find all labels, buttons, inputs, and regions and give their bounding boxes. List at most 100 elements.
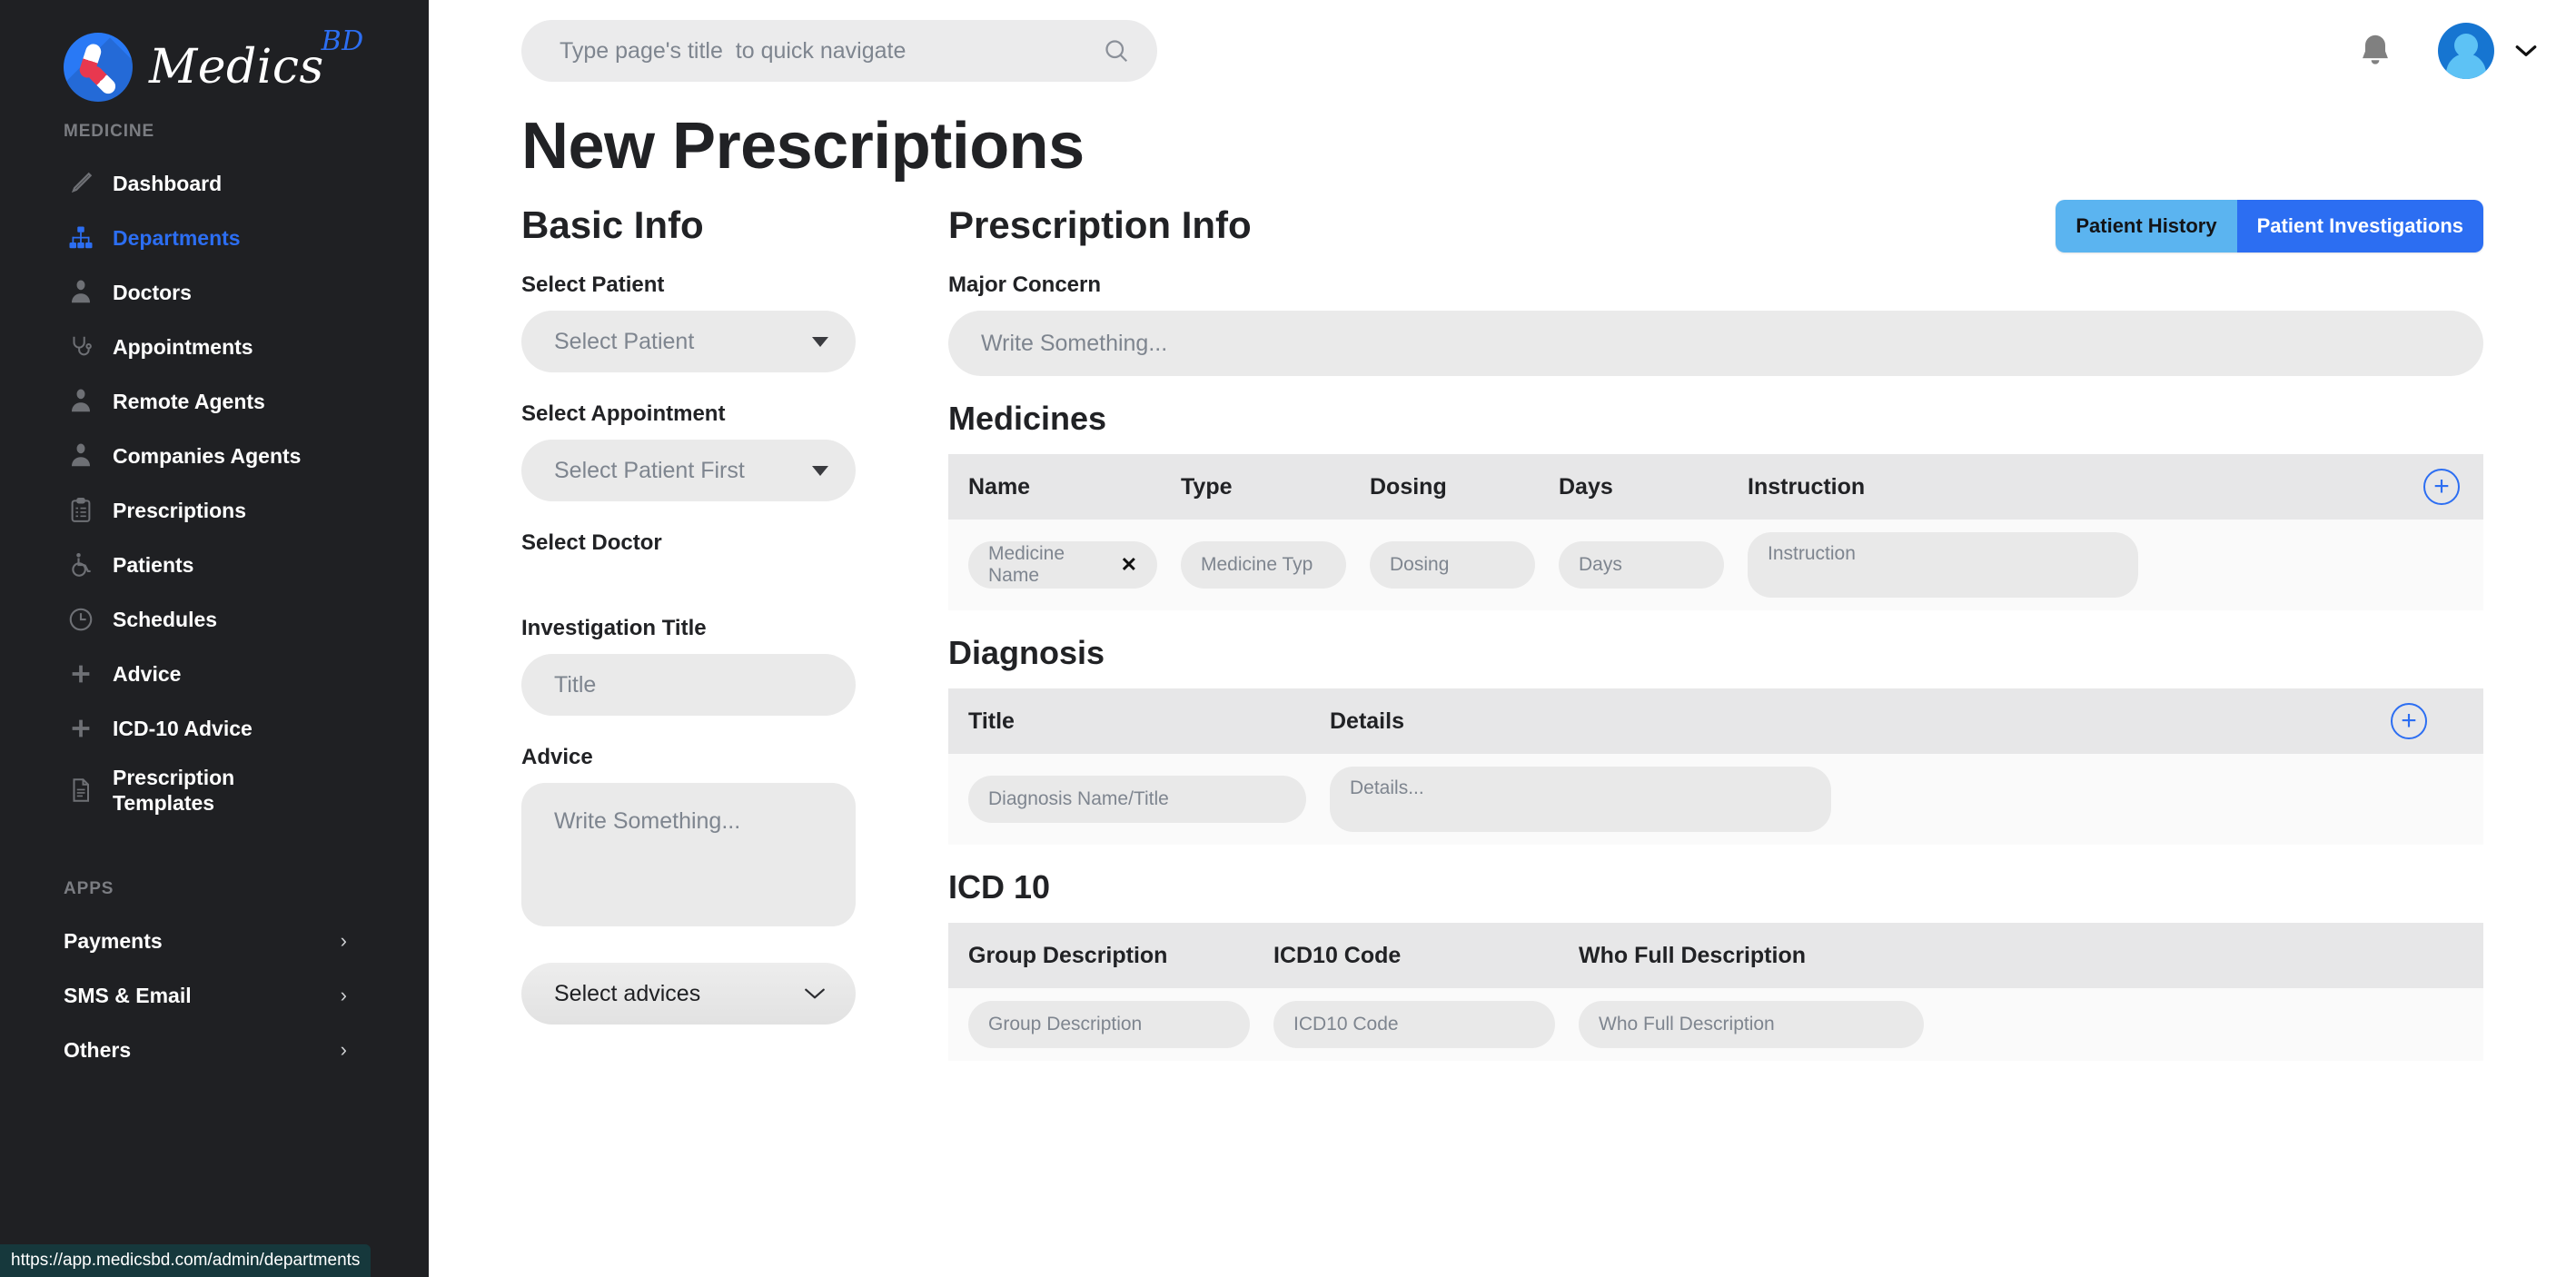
thermometer-icon: [64, 170, 98, 197]
doctor-icon: [64, 388, 98, 415]
brand-name: Medics BD: [149, 25, 363, 94]
sidebar-item-doctors[interactable]: Doctors: [0, 265, 429, 320]
quick-navigate-search[interactable]: [521, 20, 1157, 82]
table-row: Diagnosis Name/Title Details...: [948, 754, 2483, 845]
app-root: Medics BD MEDICINE Dashboard Departments…: [0, 0, 2576, 1277]
sidebar-item-label: Schedules: [113, 607, 218, 631]
table-row: Group Description ICD10 Code Who Full De…: [948, 988, 2483, 1061]
table-row: Medicine Name ✕ Medicine Typ Dosing Days: [948, 520, 2483, 610]
chevron-down-icon: [803, 986, 827, 1001]
select-advices-dropdown[interactable]: Select advices: [521, 963, 856, 1025]
sidebar-item-label: Patients: [113, 552, 194, 577]
icd10-who-input[interactable]: Who Full Description: [1579, 1001, 1924, 1048]
clear-icon[interactable]: ✕: [1121, 553, 1137, 577]
medicine-days-placeholder: Days: [1579, 554, 1622, 575]
medicine-dosing-input[interactable]: Dosing: [1370, 541, 1535, 589]
investigation-title-input[interactable]: Title: [521, 654, 856, 716]
medicine-instruction-placeholder: Instruction: [1768, 543, 1856, 564]
sidebar-item-others[interactable]: Others ›: [0, 1023, 429, 1077]
medicine-type-input[interactable]: Medicine Typ: [1181, 541, 1346, 589]
sidebar-item-remote-agents[interactable]: Remote Agents: [0, 374, 429, 429]
diagnosis-details-input[interactable]: Details...: [1330, 767, 1831, 832]
doctor-icon: [64, 279, 98, 306]
select-patient-dropdown[interactable]: Select Patient: [521, 311, 856, 372]
plus-icon: [64, 660, 98, 688]
column-header-days: Days: [1559, 473, 1613, 500]
sidebar-item-departments[interactable]: Departments: [0, 211, 429, 265]
select-doctor-label: Select Doctor: [521, 530, 662, 555]
icd10-group-input[interactable]: Group Description: [968, 1001, 1250, 1048]
medicines-table: Name Type Dosing Days Instruction + Medi…: [948, 454, 2483, 610]
icd10-group-placeholder: Group Description: [988, 1014, 1143, 1034]
status-bar-url: https://app.medicsbd.com/admin/departmen…: [0, 1244, 372, 1277]
column-header-icd10-code: ICD10 Code: [1273, 942, 1402, 968]
tab-patient-investigations[interactable]: Patient Investigations: [2236, 200, 2483, 252]
sidebar-item-label: Doctors: [113, 280, 192, 304]
diagnosis-heading: Diagnosis: [948, 634, 1105, 671]
select-appointment-label: Select Appointment: [521, 401, 726, 426]
medics-logo-icon: [64, 33, 133, 102]
document-icon: [64, 777, 98, 804]
sidebar-item-payments[interactable]: Payments ›: [0, 914, 429, 968]
prescription-info-panel: Patient History Patient Investigations P…: [856, 200, 2483, 1061]
clock-icon: [64, 606, 98, 633]
org-chart-icon: [64, 224, 98, 252]
sidebar-item-label: Advice: [113, 661, 182, 686]
basic-info-heading: Basic Info: [521, 203, 704, 246]
column-header-type: Type: [1181, 473, 1233, 500]
chevron-right-icon: ›: [340, 1038, 347, 1062]
select-advices-value: Select advices: [554, 980, 701, 1006]
avatar[interactable]: [2438, 23, 2494, 79]
medicines-table-header: Name Type Dosing Days Instruction +: [948, 454, 2483, 520]
bell-icon[interactable]: [2349, 25, 2402, 77]
medicine-instruction-input[interactable]: Instruction: [1748, 532, 2138, 598]
sidebar-item-label: Payments: [64, 929, 163, 954]
search-icon[interactable]: [1103, 37, 1130, 64]
sidebar-item-sms-email[interactable]: SMS & Email ›: [0, 968, 429, 1023]
brand-logo-block[interactable]: Medics BD: [0, 0, 429, 109]
icd10-table-header: Group Description ICD10 Code Who Full De…: [948, 923, 2483, 988]
sidebar-item-icd10-advice[interactable]: ICD-10 Advice: [0, 701, 429, 756]
icd10-code-input[interactable]: ICD10 Code: [1273, 1001, 1555, 1048]
select-appointment-dropdown[interactable]: Select Patient First: [521, 440, 856, 501]
diagnosis-title-input[interactable]: Diagnosis Name/Title: [968, 776, 1306, 823]
advice-label: Advice: [521, 745, 593, 769]
sidebar-item-schedules[interactable]: Schedules: [0, 592, 429, 647]
advice-textarea[interactable]: Write Something...: [521, 783, 856, 926]
column-header-group-description: Group Description: [968, 942, 1168, 968]
column-header-details: Details: [1330, 708, 1404, 734]
sidebar-item-prescription-templates[interactable]: Prescription Templates: [0, 756, 429, 825]
column-header-who-full-description: Who Full Description: [1579, 942, 1806, 968]
major-concern-input[interactable]: Write Something...: [948, 311, 2483, 376]
icd10-who-placeholder: Who Full Description: [1599, 1014, 1775, 1034]
add-diagnosis-button[interactable]: +: [2391, 703, 2427, 739]
sidebar-item-advice[interactable]: Advice: [0, 647, 429, 701]
diagnosis-table-header: Title Details +: [948, 688, 2483, 754]
column-header-title: Title: [968, 708, 1015, 734]
sidebar-item-dashboard[interactable]: Dashboard: [0, 156, 429, 211]
medicine-name-input[interactable]: Medicine Name ✕: [968, 541, 1157, 589]
chevron-right-icon: ›: [340, 929, 347, 953]
sidebar-item-label: Remote Agents: [113, 389, 265, 413]
chevron-down-icon[interactable]: [2514, 44, 2538, 58]
sidebar-item-patients[interactable]: Patients: [0, 538, 429, 592]
sidebar-group-apps-label: APPS: [64, 879, 114, 899]
caret-down-icon: [812, 465, 828, 476]
sidebar-item-prescriptions[interactable]: Prescriptions: [0, 483, 429, 538]
medicine-days-input[interactable]: Days: [1559, 541, 1724, 589]
medicine-dosing-placeholder: Dosing: [1390, 554, 1450, 575]
sidebar-item-label: Companies Agents: [113, 443, 302, 468]
major-concern-placeholder: Write Something...: [981, 330, 1168, 356]
content-columns: Basic Info Select Patient Select Patient…: [429, 200, 2576, 1061]
search-input[interactable]: [560, 37, 1103, 64]
doctor-icon: [64, 442, 98, 470]
brand-superscript: BD: [321, 25, 364, 57]
sidebar-item-appointments[interactable]: Appointments: [0, 320, 429, 374]
add-medicine-button[interactable]: +: [2423, 469, 2460, 505]
column-header-name: Name: [968, 473, 1031, 500]
sidebar-item-companies-agents[interactable]: Companies Agents: [0, 429, 429, 483]
tab-patient-history[interactable]: Patient History: [2056, 200, 2237, 252]
medicines-heading: Medicines: [948, 400, 1107, 437]
diagnosis-details-placeholder: Details...: [1350, 777, 1424, 798]
icd10-code-placeholder: ICD10 Code: [1293, 1014, 1399, 1034]
